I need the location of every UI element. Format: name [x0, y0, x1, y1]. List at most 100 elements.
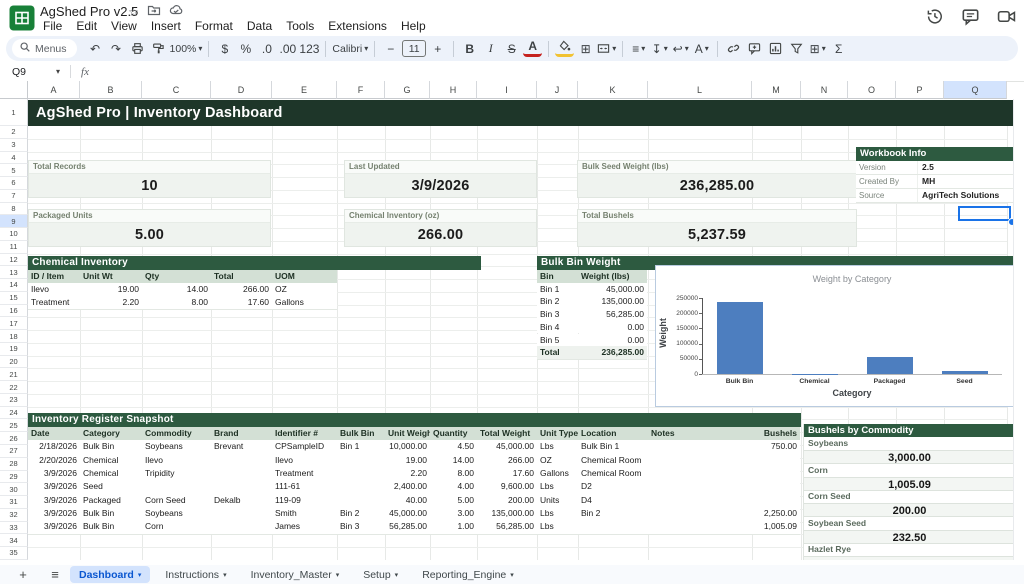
- chemical-cell[interactable]: 17.60: [211, 296, 272, 309]
- register-cell[interactable]: 1.00: [430, 520, 477, 533]
- chemical-header-cell[interactable]: Qty: [142, 270, 211, 283]
- column-header-N[interactable]: N: [801, 81, 848, 99]
- register-cell[interactable]: Packaged: [80, 494, 142, 507]
- row-header-35[interactable]: 35: [0, 547, 28, 560]
- register-cell[interactable]: Units: [537, 494, 578, 507]
- register-cell[interactable]: [337, 480, 385, 493]
- column-header-F[interactable]: F: [337, 81, 385, 99]
- register-cell[interactable]: OZ: [537, 454, 578, 467]
- menu-view[interactable]: View: [104, 18, 144, 35]
- chemical-header-cell[interactable]: Total: [211, 270, 272, 283]
- register-cell[interactable]: [752, 467, 800, 480]
- row-header-23[interactable]: 23: [0, 394, 28, 407]
- register-cell[interactable]: 4.00: [430, 480, 477, 493]
- register-header-cell[interactable]: Unit Type: [537, 427, 578, 440]
- bin-cell[interactable]: Bin 5: [537, 334, 578, 347]
- register-cell[interactable]: Chemical: [80, 454, 142, 467]
- row-header-8[interactable]: 8: [0, 203, 28, 216]
- register-cell[interactable]: 2/20/2026: [28, 454, 80, 467]
- menus-search[interactable]: Menus: [12, 39, 77, 58]
- bin-cell[interactable]: 236,285.00: [578, 346, 647, 359]
- register-cell[interactable]: [752, 454, 800, 467]
- chemical-header-cell[interactable]: ID / Item: [28, 270, 80, 283]
- row-header-16[interactable]: 16: [0, 305, 28, 318]
- chemical-cell[interactable]: Gallons: [272, 296, 337, 309]
- bin-header-cell[interactable]: Bin: [537, 270, 578, 283]
- register-cell[interactable]: Ilevo: [142, 454, 211, 467]
- add-sheet-button[interactable]: +: [14, 567, 32, 582]
- register-cell[interactable]: Corn Seed: [142, 494, 211, 507]
- row-header-34[interactable]: 34: [0, 534, 28, 547]
- sheet-tab-instructions[interactable]: Instructions▾: [156, 566, 235, 583]
- register-cell[interactable]: 56,285.00: [477, 520, 537, 533]
- row-header-18[interactable]: 18: [0, 330, 28, 343]
- bushels-value-corn-seed[interactable]: 200.00: [804, 503, 1015, 517]
- menu-extensions[interactable]: Extensions: [321, 18, 394, 35]
- row-header-24[interactable]: 24: [0, 407, 28, 420]
- row-header-19[interactable]: 19: [0, 343, 28, 356]
- column-header-M[interactable]: M: [752, 81, 801, 99]
- register-cell[interactable]: [211, 467, 272, 480]
- stat-card-bulk-seed-weight-lbs[interactable]: Bulk Seed Weight (lbs)236,285.00: [577, 160, 857, 198]
- register-cell[interactable]: [648, 454, 752, 467]
- register-header-cell[interactable]: Bushels: [752, 427, 800, 440]
- bin-cell[interactable]: Total: [537, 346, 578, 359]
- register-cell[interactable]: Bin 2: [337, 507, 385, 520]
- workbook-info-panel[interactable]: Workbook Info Version2.5Created ByMHSour…: [856, 147, 1013, 203]
- bushels-label-soybean-seed[interactable]: Soybean Seed: [804, 517, 1015, 530]
- column-header-O[interactable]: O: [848, 81, 896, 99]
- chemical-cell[interactable]: 19.00: [80, 283, 142, 296]
- bin-header-cell[interactable]: Weight (lbs): [578, 270, 647, 283]
- sheet-tab-reporting-engine[interactable]: Reporting_Engine▾: [413, 566, 523, 583]
- register-header-cell[interactable]: Brand: [211, 427, 272, 440]
- text-color-button[interactable]: A: [523, 39, 542, 57]
- bin-cell[interactable]: 45,000.00: [578, 283, 647, 296]
- vertical-scrollbar[interactable]: [1013, 99, 1024, 560]
- register-cell[interactable]: 3/9/2026: [28, 520, 80, 533]
- column-header-A[interactable]: A: [28, 81, 80, 99]
- formula-input[interactable]: [89, 62, 1024, 81]
- column-header-C[interactable]: C: [142, 81, 211, 99]
- register-cell[interactable]: 17.60: [477, 467, 537, 480]
- register-cell[interactable]: Gallons: [537, 467, 578, 480]
- bushels-value-corn[interactable]: 1,005.09: [804, 477, 1015, 491]
- register-cell[interactable]: Soybeans: [142, 440, 211, 453]
- register-cell[interactable]: Lbs: [537, 440, 578, 453]
- register-cell[interactable]: [648, 480, 752, 493]
- column-header-B[interactable]: B: [80, 81, 142, 99]
- bold-button[interactable]: B: [460, 39, 479, 59]
- row-header-4[interactable]: 4: [0, 152, 28, 165]
- register-cell[interactable]: Bulk Bin: [80, 520, 142, 533]
- increase-font-size-button[interactable]: +: [428, 39, 447, 59]
- register-cell[interactable]: [648, 520, 752, 533]
- column-header-P[interactable]: P: [896, 81, 944, 99]
- fill-color-button[interactable]: [555, 39, 574, 57]
- text-rotation-button[interactable]: A▾: [692, 39, 711, 59]
- bushels-label-corn-seed[interactable]: Corn Seed: [804, 490, 1015, 503]
- register-cell[interactable]: 19.00: [385, 454, 430, 467]
- register-cell[interactable]: 14.00: [430, 454, 477, 467]
- selected-cell-outline[interactable]: [958, 206, 1011, 221]
- video-call-icon[interactable]: [997, 7, 1016, 31]
- inventory-register-header[interactable]: Inventory Register Snapshot: [28, 413, 801, 427]
- column-header-L[interactable]: L: [648, 81, 752, 99]
- register-cell[interactable]: 1,005.09: [752, 520, 800, 533]
- text-wrap-button[interactable]: ↩▾: [671, 39, 690, 59]
- row-header-9[interactable]: 9: [0, 215, 28, 228]
- register-cell[interactable]: 2,400.00: [385, 480, 430, 493]
- workbook-info-row[interactable]: Created ByMH: [856, 175, 1013, 189]
- paint-format-button[interactable]: [149, 39, 168, 59]
- weight-by-category-chart[interactable]: Weight by Category Weight Category 05000…: [655, 265, 1014, 407]
- register-cell[interactable]: CPSampleID: [272, 440, 337, 453]
- strikethrough-button[interactable]: S: [502, 39, 521, 59]
- register-cell[interactable]: 2/18/2026: [28, 440, 80, 453]
- register-cell[interactable]: 4.50: [430, 440, 477, 453]
- register-cell[interactable]: 45,000.00: [477, 440, 537, 453]
- menu-tools[interactable]: Tools: [279, 18, 321, 35]
- register-cell[interactable]: 3/9/2026: [28, 507, 80, 520]
- stat-card-last-updated[interactable]: Last Updated3/9/2026: [344, 160, 537, 198]
- register-cell[interactable]: Bulk Bin: [80, 440, 142, 453]
- register-cell[interactable]: [142, 480, 211, 493]
- register-cell[interactable]: Tripidity: [142, 467, 211, 480]
- font-select[interactable]: Calibri▾: [332, 39, 368, 59]
